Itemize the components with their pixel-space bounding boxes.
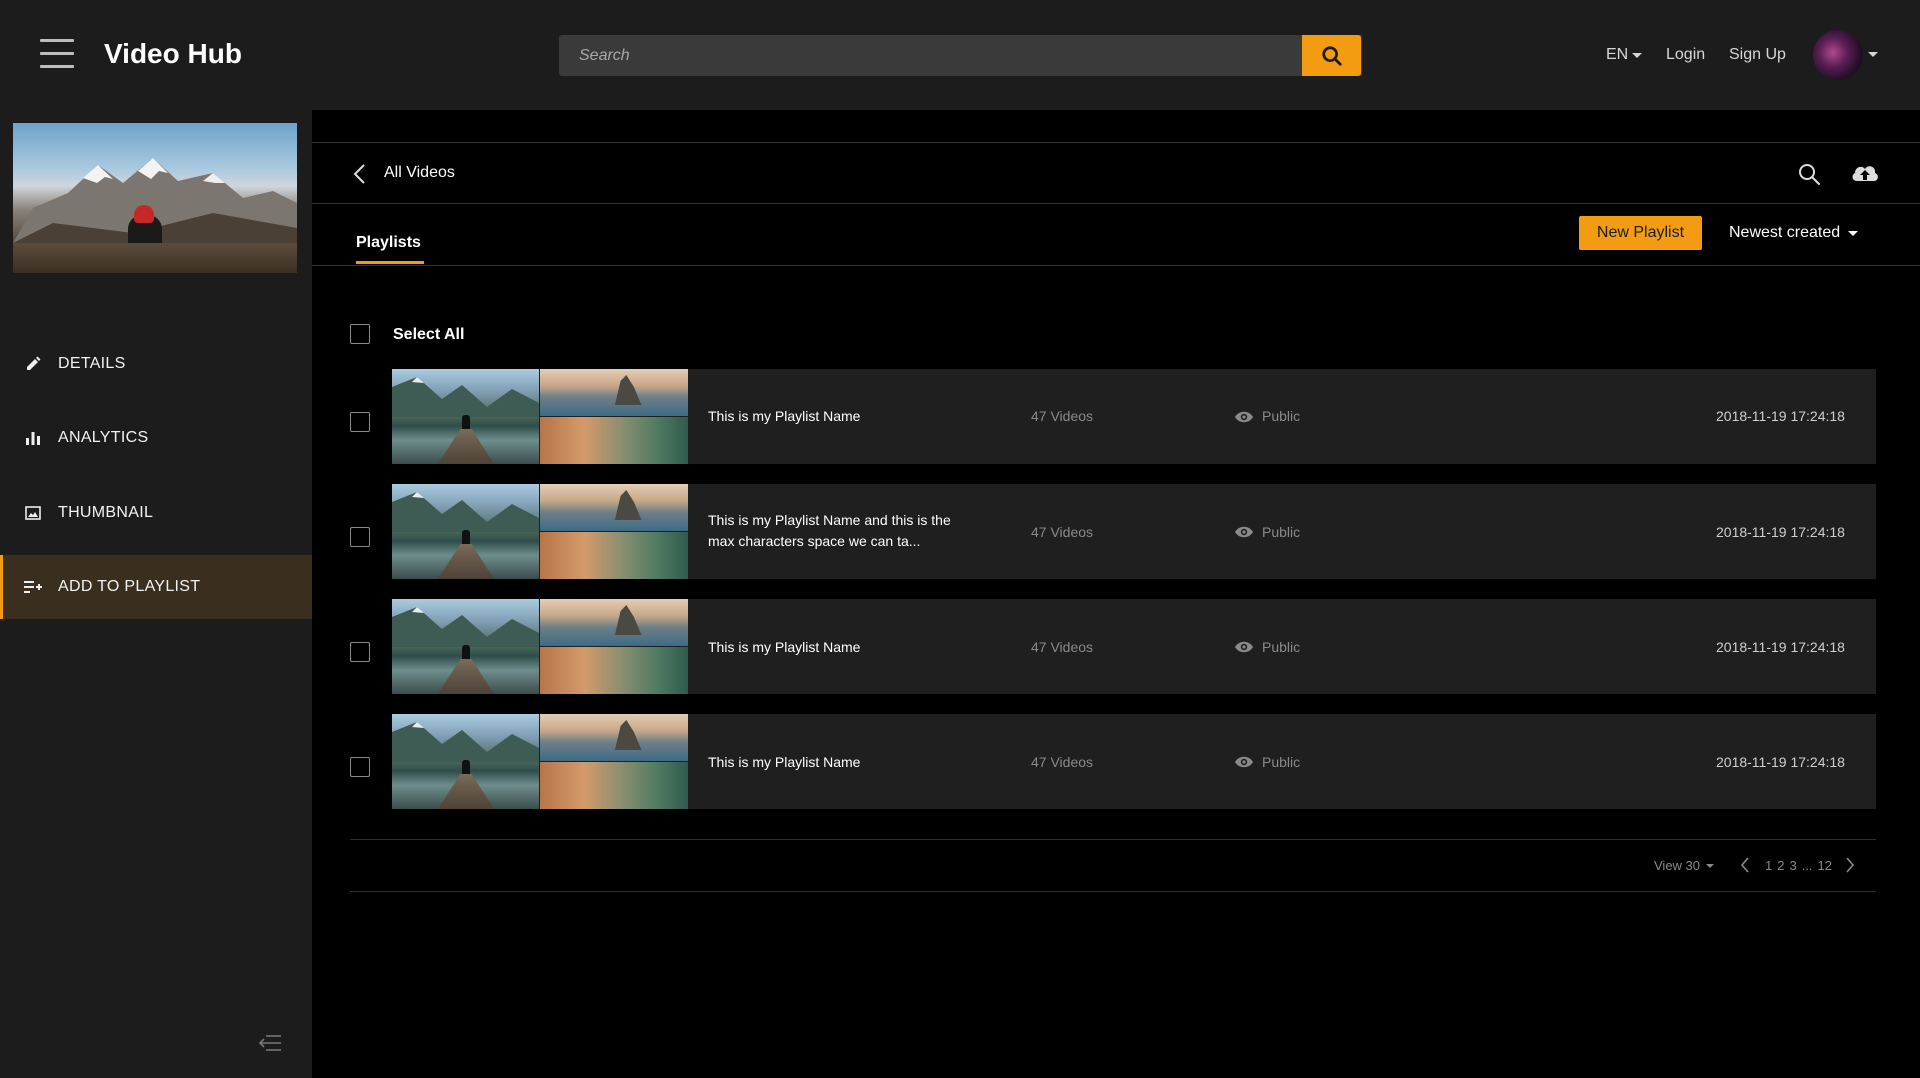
language-label: EN	[1606, 46, 1629, 63]
sort-label: Newest created	[1729, 224, 1841, 241]
visibility-status: Public	[1262, 408, 1301, 424]
playlist-thumbnail[interactable]	[392, 484, 688, 579]
image-icon	[24, 504, 42, 522]
sidebar-item-details[interactable]: DETAILS	[0, 332, 312, 396]
page-link[interactable]: 2	[1777, 858, 1784, 873]
video-count: 47 Videos	[1031, 524, 1094, 540]
visibility-status: Public	[1262, 524, 1301, 540]
new-playlist-button[interactable]: New Playlist	[1579, 216, 1702, 250]
playlist-title[interactable]: This is my Playlist Name	[708, 752, 958, 773]
sidebar-item-label: ADD TO PLAYLIST	[58, 578, 201, 595]
row-checkbox[interactable]	[350, 757, 370, 777]
search-field[interactable]	[559, 35, 1362, 76]
avatar-chevron-down-icon[interactable]	[1868, 52, 1878, 57]
pencil-icon	[24, 355, 42, 373]
cloud-upload-icon[interactable]	[1850, 160, 1880, 186]
bar-chart-icon	[24, 429, 42, 447]
video-thumbnail	[13, 123, 297, 273]
playlist-title[interactable]: This is my Playlist Name	[708, 637, 958, 658]
playlist-thumbnail[interactable]	[392, 714, 688, 809]
chevron-down-icon	[1848, 230, 1859, 236]
playlist-title[interactable]: This is my Playlist Name	[708, 406, 958, 427]
created-date: 2018-11-19 17:24:18	[1716, 408, 1845, 424]
collapse-sidebar-icon[interactable]	[258, 1034, 282, 1052]
eye-icon	[1235, 641, 1253, 653]
select-all-checkbox[interactable]	[350, 324, 370, 344]
eye-icon	[1235, 411, 1253, 423]
select-all-label: Select All	[393, 326, 465, 343]
language-selector[interactable]: EN	[1606, 46, 1643, 64]
search-icon[interactable]	[1797, 162, 1821, 186]
active-tab-indicator	[356, 261, 424, 264]
sidebar-item-label: ANALYTICS	[58, 429, 149, 446]
sidebar-item-add-to-playlist[interactable]: ADD TO PLAYLIST	[0, 555, 312, 619]
signup-link[interactable]: Sign Up	[1729, 46, 1786, 64]
row-checkbox[interactable]	[350, 642, 370, 662]
sidebar: DETAILS ANALYTICS THUMBNAIL ADD TO PLAYL…	[0, 110, 312, 1078]
created-date: 2018-11-19 17:24:18	[1716, 639, 1845, 655]
page-link[interactable]: 1	[1765, 858, 1772, 873]
sort-dropdown[interactable]: Newest created	[1729, 224, 1859, 242]
pagination-pages: 1 2 3 ... 12	[1765, 858, 1832, 873]
visibility-status: Public	[1262, 754, 1301, 770]
divider	[350, 891, 1876, 892]
view-count-dropdown[interactable]: View 30	[1654, 858, 1715, 873]
row-checkbox[interactable]	[350, 412, 370, 432]
content-topbar	[312, 142, 1920, 204]
avatar[interactable]	[1813, 30, 1863, 80]
login-link[interactable]: Login	[1666, 46, 1705, 64]
next-page-icon[interactable]	[1845, 856, 1855, 874]
sidebar-item-analytics[interactable]: ANALYTICS	[0, 406, 312, 470]
app-title: Video Hub	[104, 38, 242, 69]
page-link[interactable]: 12	[1818, 858, 1832, 873]
hamburger-menu-icon[interactable]	[40, 39, 74, 69]
page-ellipsis: ...	[1801, 858, 1813, 873]
search-input[interactable]	[559, 35, 1362, 76]
page-link[interactable]: 3	[1789, 858, 1796, 873]
playlist-thumbnail[interactable]	[392, 369, 688, 464]
search-button[interactable]	[1302, 35, 1361, 76]
chevron-down-icon	[1706, 863, 1715, 868]
playlist-thumbnail[interactable]	[392, 599, 688, 694]
row-checkbox[interactable]	[350, 527, 370, 547]
back-link[interactable]: All Videos	[384, 164, 455, 182]
visibility-status: Public	[1262, 639, 1301, 655]
search-icon	[1321, 45, 1342, 66]
view-count-label: View 30	[1654, 858, 1701, 873]
created-date: 2018-11-19 17:24:18	[1716, 754, 1845, 770]
playlist-title[interactable]: This is my Playlist Name and this is the…	[708, 510, 958, 552]
created-date: 2018-11-19 17:24:18	[1716, 524, 1845, 540]
playlist-add-icon	[24, 578, 42, 596]
sidebar-item-label: THUMBNAIL	[58, 504, 154, 521]
sidebar-item-thumbnail[interactable]: THUMBNAIL	[0, 481, 312, 545]
video-count: 47 Videos	[1031, 408, 1094, 424]
chevron-down-icon	[1632, 52, 1643, 58]
back-chevron-icon[interactable]	[352, 163, 368, 185]
video-count: 47 Videos	[1031, 639, 1094, 655]
previous-page-icon[interactable]	[1740, 856, 1750, 874]
eye-icon	[1235, 756, 1253, 768]
sidebar-item-label: DETAILS	[58, 355, 126, 372]
divider	[350, 839, 1876, 840]
eye-icon	[1235, 526, 1253, 538]
tab-playlists[interactable]: Playlists	[356, 234, 421, 252]
video-count: 47 Videos	[1031, 754, 1094, 770]
